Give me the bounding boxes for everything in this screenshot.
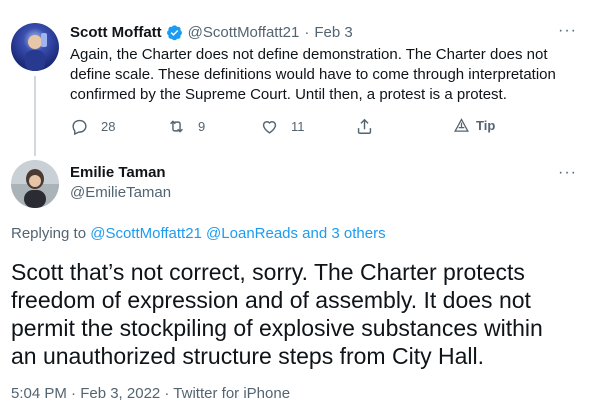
- tweet1-text: Again, the Charter does not define demon…: [70, 46, 556, 103]
- replying-to-line: Replying to @ScottMoffatt21 @LoanReads a…: [11, 225, 386, 242]
- avatar-scott-moffatt[interactable]: [11, 23, 59, 71]
- thread-line: [34, 76, 36, 156]
- like-count: 11: [291, 119, 305, 134]
- reply-icon: [72, 119, 87, 136]
- tip-icon: [454, 118, 469, 132]
- retweet-action[interactable]: 9: [167, 117, 205, 136]
- heart-icon: [262, 121, 277, 134]
- tweet1-more-button[interactable]: ···: [558, 22, 577, 40]
- share-action[interactable]: [355, 117, 374, 136]
- avatar-emilie-taman[interactable]: [11, 160, 59, 208]
- tweet2-more-button[interactable]: ···: [558, 164, 577, 182]
- tweet1-header: Scott Moffatt @ScottMoffatt21 · Feb 3: [70, 24, 353, 41]
- tip-label: Tip: [476, 118, 496, 133]
- tweet1-date[interactable]: Feb 3: [314, 24, 352, 41]
- tweet2-text: Scott that’s not correct, sorry. The Cha…: [11, 259, 543, 369]
- reply-action[interactable]: 28: [70, 117, 115, 136]
- share-icon: [357, 118, 372, 134]
- retweet-icon: [170, 120, 183, 133]
- tweet1-handle[interactable]: @ScottMoffatt21: [188, 24, 300, 41]
- tweet2-handle[interactable]: @EmilieTaman: [70, 184, 171, 201]
- replying-to-users[interactable]: @ScottMoffatt21 @LoanReads and 3 others: [90, 225, 385, 242]
- tweet2-timestamp[interactable]: 5:04 PM · Feb 3, 2022 · Twitter for iPho…: [11, 385, 290, 402]
- verified-badge-icon: [166, 24, 183, 41]
- separator-dot: ·: [304, 24, 310, 41]
- tweet1-display-name[interactable]: Scott Moffatt: [70, 24, 162, 41]
- like-action[interactable]: 11: [260, 117, 305, 136]
- tweet2-display-name[interactable]: Emilie Taman: [70, 164, 166, 181]
- reply-count: 28: [101, 119, 116, 134]
- tip-action[interactable]: Tip: [453, 117, 495, 134]
- retweet-count: 9: [198, 119, 206, 134]
- replying-to-prefix: Replying to: [11, 225, 87, 242]
